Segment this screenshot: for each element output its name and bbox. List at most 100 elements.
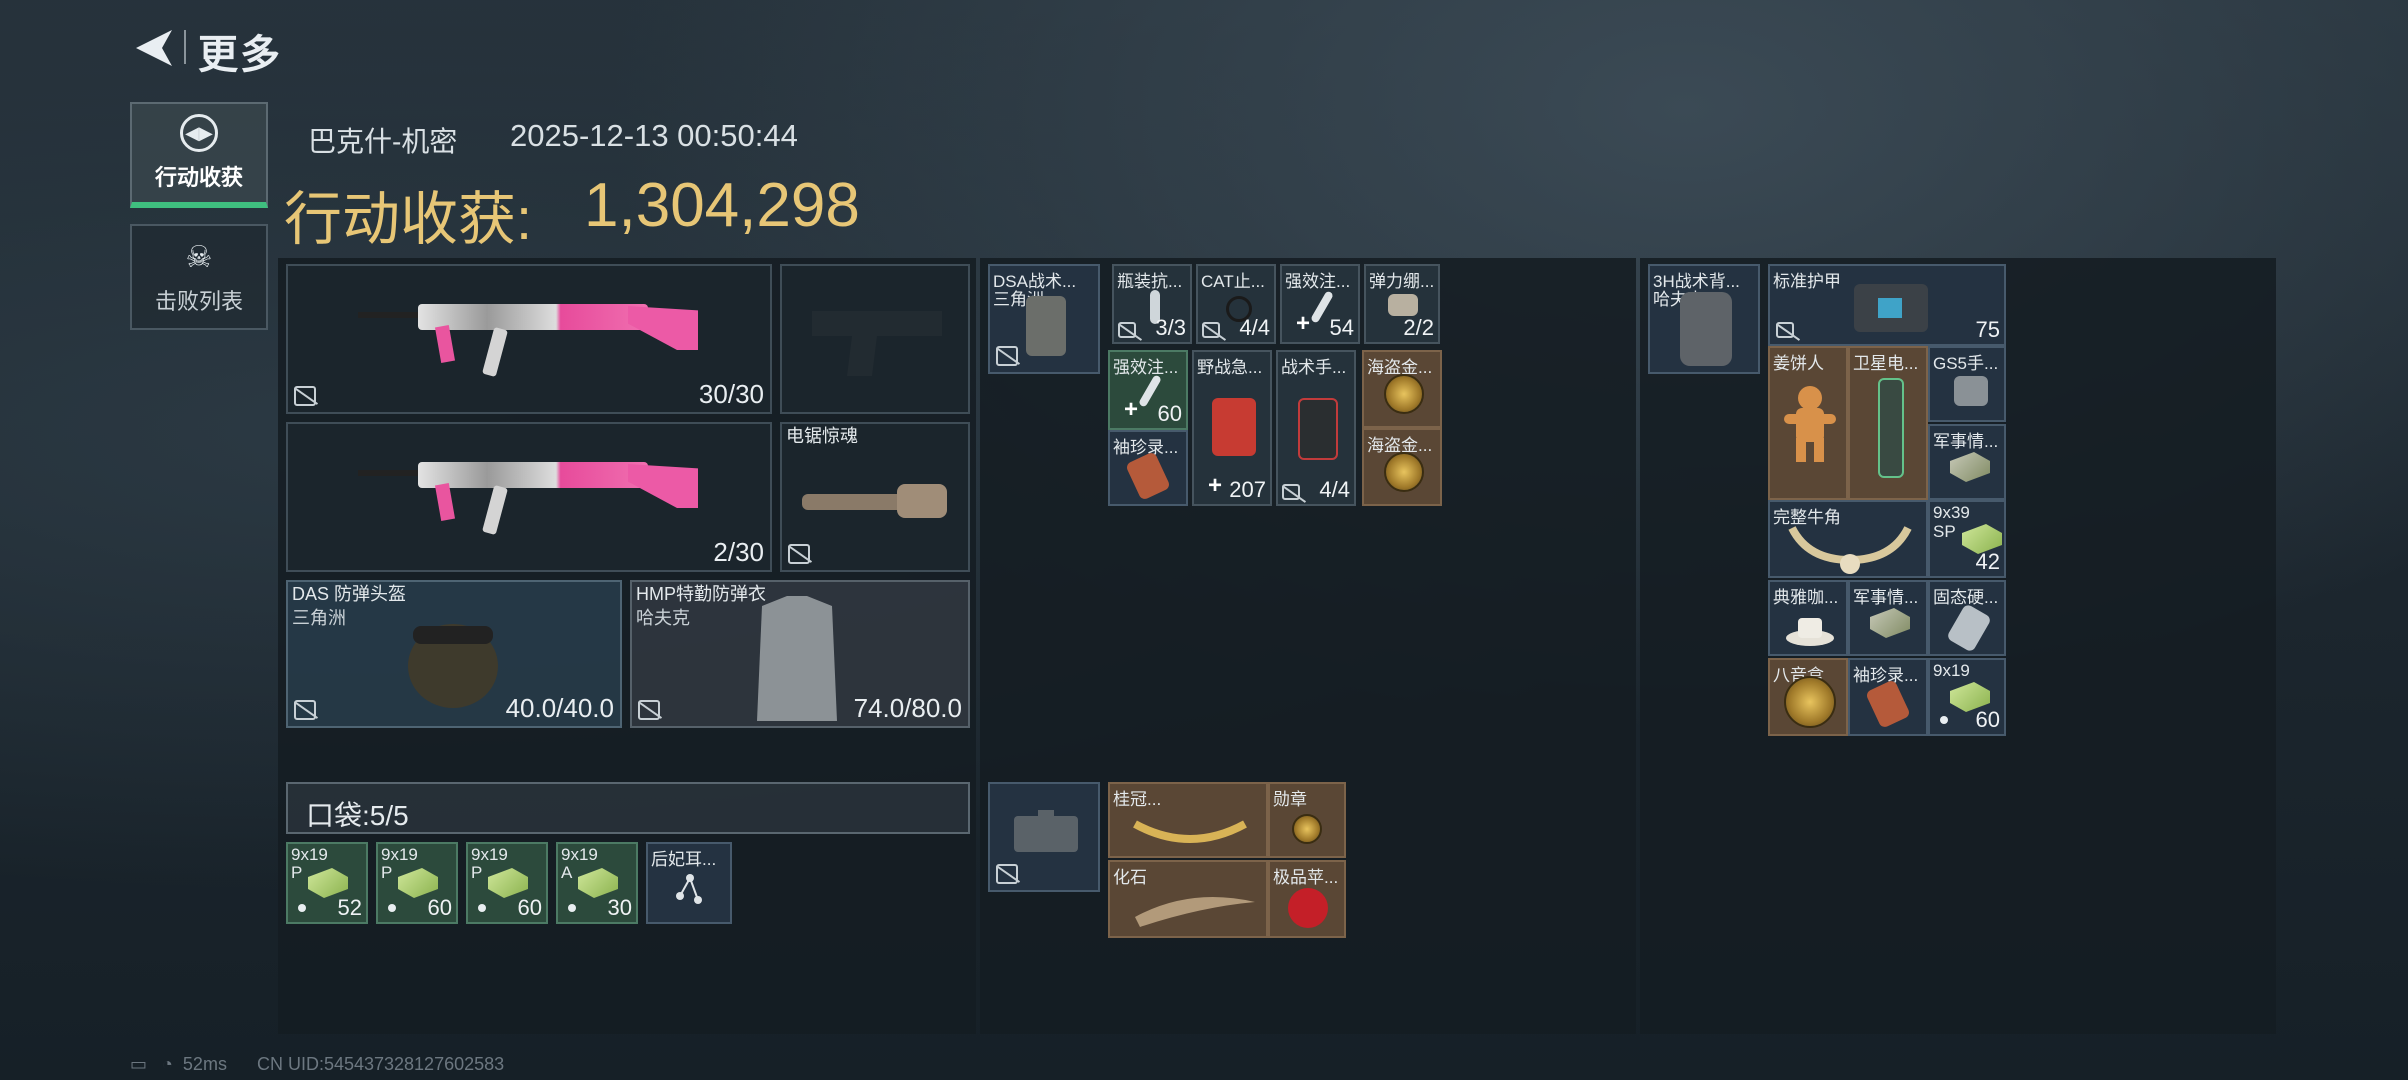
helmet-brand: 三角洲 bbox=[292, 608, 346, 628]
pocket-item-4[interactable]: 9x19 A 30 bbox=[556, 842, 638, 924]
apple-icon bbox=[1288, 888, 1328, 928]
haul-label: 行动收获: bbox=[284, 187, 533, 252]
item-caption: 9x19 bbox=[291, 845, 328, 864]
weapon-body bbox=[418, 304, 648, 330]
melee-slot[interactable]: 电锯惊魂 bbox=[780, 422, 970, 572]
haul-value: 1,304,298 bbox=[584, 171, 860, 240]
backpack-item-ammo-919[interactable]: 9x19 60 bbox=[1928, 658, 2006, 736]
ammo-dot-icon bbox=[388, 904, 396, 912]
rig-item-8[interactable]: 海盗金... bbox=[1362, 350, 1442, 428]
armor-slot[interactable]: HMP特勤防弹衣 哈夫克 74.0/80.0 bbox=[630, 580, 970, 728]
tab-label: 行动收获 bbox=[154, 165, 243, 190]
item-caption-2: A bbox=[561, 863, 573, 882]
map-name: 巴克什-机密 bbox=[308, 126, 458, 157]
case-item-3[interactable]: 化石 bbox=[1108, 860, 1268, 938]
pistol-slot[interactable] bbox=[780, 264, 970, 414]
item-caption: 标准护甲 bbox=[1773, 272, 1841, 291]
rig-item-2[interactable]: CAT止... 4/4 bbox=[1196, 264, 1276, 344]
tab-label: 击败列表 bbox=[154, 289, 243, 314]
backpack-item-satphone[interactable]: 卫星电... bbox=[1848, 346, 1928, 500]
helmet-durability: 40.0/40.0 bbox=[505, 693, 614, 723]
ping-text: 52ms bbox=[182, 1054, 227, 1074]
backpack-item-ammo-939[interactable]: 9x39 SP 42 bbox=[1928, 500, 2006, 578]
chest-rig-slot[interactable]: DSA战术... 三角洲 bbox=[988, 264, 1100, 374]
surgical-kit-icon bbox=[1298, 398, 1338, 460]
helmet-icon bbox=[408, 624, 498, 708]
chest-rig-icon bbox=[1026, 296, 1066, 356]
primary-weapon-slot-1[interactable]: 30/30 bbox=[286, 264, 772, 414]
helmet-slot[interactable]: DAS 防弹头盔 三角洲 40.0/40.0 bbox=[286, 580, 622, 728]
ammo-dot-icon bbox=[298, 904, 306, 912]
item-qty: 3/3 bbox=[1155, 315, 1186, 340]
tab-defeat-list[interactable]: ☠ 击败列表 bbox=[130, 224, 268, 330]
ammo-count: 30/30 bbox=[698, 379, 764, 409]
battery-icon: ▭ bbox=[130, 1054, 148, 1074]
backpack-item-intel-2[interactable]: 军事情... bbox=[1848, 580, 1928, 656]
case-item-4[interactable]: 极品苹... bbox=[1268, 860, 1346, 938]
unlocked-icon bbox=[1776, 322, 1794, 338]
item-caption: 极品苹... bbox=[1273, 868, 1339, 887]
rig-item-5[interactable]: 强效注... + 60 bbox=[1108, 350, 1188, 430]
intel-document-icon bbox=[1870, 608, 1910, 638]
unlocked-icon bbox=[1282, 484, 1300, 500]
armor-name: HMP特勤防弹衣 bbox=[636, 584, 766, 604]
ammo-box-icon bbox=[488, 868, 528, 898]
item-caption: 典雅咖... bbox=[1773, 588, 1839, 607]
gingerbread-icon bbox=[1784, 386, 1836, 462]
helmet-name: DAS 防弹头盔 bbox=[292, 584, 407, 604]
armor-vest-icon bbox=[757, 596, 837, 721]
item-caption: 战术手... bbox=[1281, 358, 1347, 377]
ammo-box-icon bbox=[308, 868, 348, 898]
rig-item-4[interactable]: 弹力绷... 2/2 bbox=[1364, 264, 1440, 344]
uid-text: CN UID:545437328127602583 bbox=[256, 1054, 505, 1074]
rig-item-1[interactable]: 瓶装抗... 3/3 bbox=[1112, 264, 1192, 344]
unlocked-icon bbox=[1202, 322, 1220, 338]
backpack-item-musicbox[interactable]: 八音盒 bbox=[1768, 658, 1848, 736]
satellite-phone-icon bbox=[1878, 378, 1904, 478]
pocket-item-1[interactable]: 9x19 P 52 bbox=[286, 842, 368, 924]
armor-plate-icon bbox=[1854, 284, 1928, 332]
item-caption-2: P bbox=[291, 863, 303, 882]
backpack-item-horn[interactable]: 完整牛角 bbox=[1768, 500, 1928, 578]
rig-item-9[interactable]: 袖珍录... bbox=[1108, 430, 1188, 506]
header-title[interactable]: 更多 bbox=[198, 22, 282, 80]
bandage-icon bbox=[1388, 294, 1418, 316]
backpack-item-ssd[interactable]: 固态硬... bbox=[1928, 580, 2006, 656]
item-caption: GS5手... bbox=[1933, 354, 1999, 373]
pocket-item-3[interactable]: 9x19 P 60 bbox=[466, 842, 548, 924]
ammo-dot-icon bbox=[568, 904, 576, 912]
weapon-stock bbox=[628, 306, 698, 350]
recorder-icon bbox=[1865, 679, 1911, 729]
coffee-cup-icon bbox=[1786, 618, 1834, 646]
back-arrow-icon[interactable] bbox=[132, 26, 176, 70]
tab-operation-haul[interactable]: ◀▶ 行动收获 bbox=[130, 102, 268, 208]
weapon-magazine bbox=[482, 485, 508, 535]
rig-item-10[interactable]: 海盗金... bbox=[1362, 428, 1442, 506]
backpack-item-armor[interactable]: 标准护甲 75 bbox=[1768, 264, 2006, 346]
item-caption: 勋章 bbox=[1273, 790, 1307, 809]
ammo-count: 2/30 bbox=[713, 537, 764, 567]
case-item-2[interactable]: 勋章 bbox=[1268, 782, 1346, 858]
header-separator bbox=[184, 30, 186, 64]
secure-case-slot[interactable] bbox=[988, 782, 1100, 892]
item-qty: 60 bbox=[1975, 707, 2000, 732]
unlocked-icon bbox=[1118, 322, 1136, 338]
item-qty: 60 bbox=[427, 895, 452, 920]
ammo-box-icon bbox=[398, 868, 438, 898]
ammo-dot-icon bbox=[478, 904, 486, 912]
pocket-item-2[interactable]: 9x19 P 60 bbox=[376, 842, 458, 924]
backpack-item-gs5[interactable]: GS5手... bbox=[1928, 346, 2006, 422]
backpack-item-gingerbread[interactable]: 姜饼人 bbox=[1768, 346, 1848, 500]
rig-item-7[interactable]: 战术手... 4/4 bbox=[1276, 350, 1356, 506]
case-item-1[interactable]: 桂冠... bbox=[1108, 782, 1268, 858]
item-qty: 2/2 bbox=[1403, 315, 1434, 340]
primary-weapon-slot-2[interactable]: 2/30 bbox=[286, 422, 772, 572]
backpack-item-intel-1[interactable]: 军事情... bbox=[1928, 424, 2006, 500]
backpack-slot[interactable]: 3H战术背... 哈夫克 bbox=[1648, 264, 1760, 374]
rig-item-6[interactable]: 野战急... + 207 bbox=[1192, 350, 1272, 506]
intel-document-icon bbox=[1950, 452, 1990, 482]
pocket-item-5[interactable]: 后妃耳... bbox=[646, 842, 732, 924]
backpack-item-coffee[interactable]: 典雅咖... bbox=[1768, 580, 1848, 656]
rig-item-3[interactable]: 强效注... + 54 bbox=[1280, 264, 1360, 344]
backpack-item-recorder[interactable]: 袖珍录... bbox=[1848, 658, 1928, 736]
